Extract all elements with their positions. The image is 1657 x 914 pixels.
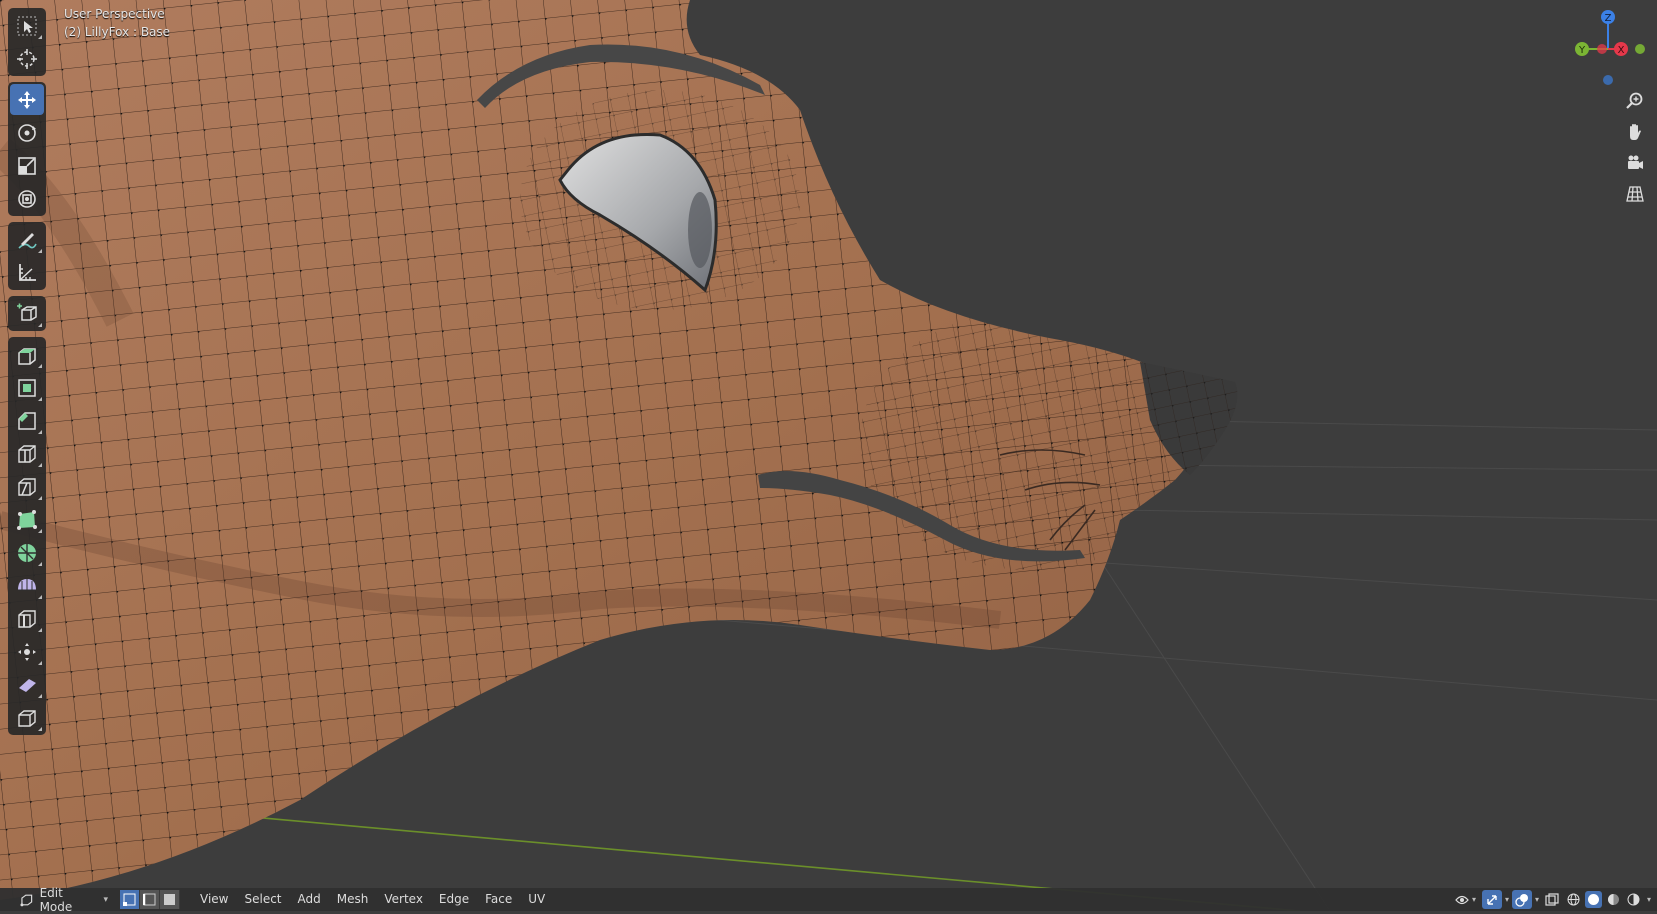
- chevron-down-icon[interactable]: ▾: [1647, 895, 1651, 904]
- solid-shading-icon[interactable]: [1584, 891, 1602, 908]
- menu-vertex[interactable]: Vertex: [376, 888, 431, 911]
- header-right-tools: ▾ ▾ ▾ ▾: [1452, 890, 1651, 909]
- smooth-icon[interactable]: [10, 570, 44, 601]
- loop-cut-icon[interactable]: [10, 438, 44, 469]
- move-icon[interactable]: [10, 84, 44, 115]
- rip-region-icon[interactable]: [10, 702, 44, 733]
- bevel-icon[interactable]: [10, 405, 44, 436]
- tool-shelf: [8, 8, 46, 741]
- viewport-header: Edit Mode ▾ View Select Add Mesh Vertex …: [0, 886, 1657, 914]
- measure-icon[interactable]: [10, 257, 44, 288]
- edge-select-icon[interactable]: [140, 890, 160, 909]
- transform-icon[interactable]: [10, 183, 44, 214]
- tool-group-select: [8, 8, 46, 76]
- menu-mesh[interactable]: Mesh: [329, 888, 377, 911]
- menu-select[interactable]: Select: [236, 888, 289, 911]
- gizmo-z-label: Z: [1605, 13, 1612, 24]
- material-shading-icon[interactable]: [1605, 891, 1622, 908]
- shear-icon[interactable]: [10, 669, 44, 700]
- knife-icon[interactable]: [10, 471, 44, 502]
- shrink-fatten-icon[interactable]: [10, 636, 44, 667]
- menu-edge[interactable]: Edge: [431, 888, 477, 911]
- scale-icon[interactable]: [10, 150, 44, 181]
- chevron-down-icon[interactable]: ▾: [1535, 895, 1539, 904]
- spin-icon[interactable]: [10, 537, 44, 568]
- tool-group-transform: [8, 82, 46, 216]
- gizmo-icon[interactable]: [1481, 890, 1502, 909]
- chevron-down-icon: ▾: [103, 894, 108, 905]
- tool-group-mesh: [8, 337, 46, 735]
- object-info-label: (2) LillyFox : Base: [64, 25, 171, 39]
- extrude-region-icon[interactable]: [10, 339, 44, 370]
- gizmo-x-label: X: [1618, 45, 1625, 56]
- annotate-icon[interactable]: [10, 224, 44, 255]
- gizmo-y-label: Y: [1578, 45, 1586, 56]
- edit-mode-icon: [20, 894, 33, 906]
- tool-group-add: [8, 296, 46, 331]
- wireframe-shading-icon[interactable]: [1565, 891, 1582, 908]
- navigation-gizmo[interactable]: Z Y X: [1563, 6, 1653, 86]
- menu-face[interactable]: Face: [477, 888, 520, 911]
- menu-view[interactable]: View: [192, 888, 236, 911]
- select-mode-group: [120, 890, 180, 909]
- ortho-grid-icon[interactable]: [1620, 181, 1650, 207]
- inset-faces-icon[interactable]: [10, 372, 44, 403]
- xray-icon[interactable]: [1542, 890, 1562, 909]
- overlay-icon[interactable]: [1511, 890, 1532, 909]
- menu-uv[interactable]: UV: [520, 888, 553, 911]
- tool-group-annotate: [8, 222, 46, 290]
- viewport-canvas: [0, 0, 1657, 911]
- edge-slide-icon[interactable]: [10, 603, 44, 634]
- vertex-select-icon[interactable]: [120, 890, 140, 909]
- pan-hand-icon[interactable]: [1620, 119, 1650, 145]
- poly-build-icon[interactable]: [10, 504, 44, 535]
- select-box-icon[interactable]: [10, 10, 44, 41]
- zoom-icon[interactable]: [1620, 88, 1650, 114]
- camera-view-icon[interactable]: [1620, 150, 1650, 176]
- chevron-down-icon[interactable]: ▾: [1505, 895, 1509, 904]
- visibility-icon[interactable]: ▾: [1452, 890, 1479, 909]
- menu-add[interactable]: Add: [290, 888, 329, 911]
- header-menus: View Select Add Mesh Vertex Edge Face UV: [192, 888, 553, 911]
- rotate-icon[interactable]: [10, 117, 44, 148]
- face-select-icon[interactable]: [160, 890, 180, 909]
- view-name-label: User Perspective: [64, 7, 165, 21]
- mode-dropdown[interactable]: Edit Mode ▾: [14, 886, 114, 914]
- rendered-shading-icon[interactable]: [1625, 891, 1642, 908]
- 3d-viewport[interactable]: [0, 0, 1657, 911]
- cursor-icon[interactable]: [10, 43, 44, 74]
- mode-label: Edit Mode: [39, 885, 73, 914]
- add-cube-icon[interactable]: [10, 298, 44, 329]
